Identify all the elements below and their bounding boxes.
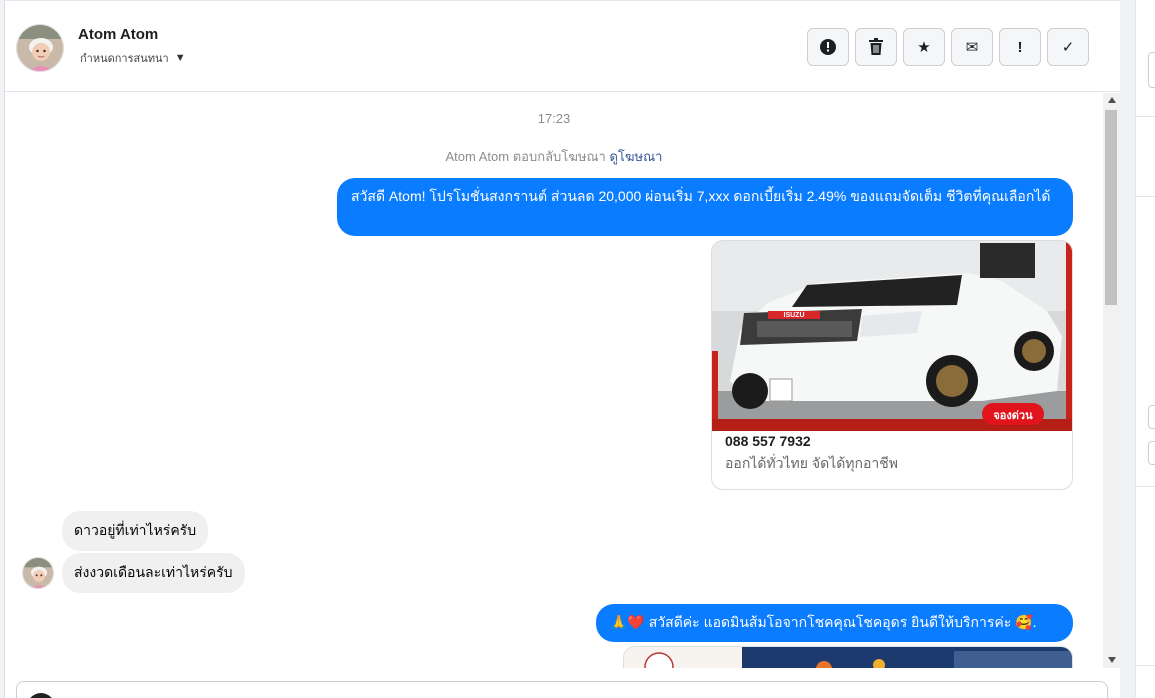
section-divider [1136, 196, 1155, 197]
ad-reply-text: Atom Atom ตอบกลับโฆษณา [445, 149, 606, 164]
scroll-thumb[interactable] [1105, 110, 1117, 305]
sender-avatar [22, 557, 54, 589]
alert-circle-icon [820, 39, 836, 55]
contact-avatar[interactable] [16, 24, 64, 72]
conversation-toolbar: ★ ✉ ! ✓ [807, 28, 1089, 66]
mail-icon: ✉ [965, 39, 979, 56]
section-divider [1136, 486, 1155, 487]
conversation-header: Atom Atom กำหนดการสนทนา ▼ ★ ✉ ! ✓ [5, 0, 1120, 92]
outgoing-message: 🙏❤️ สวัสดีค่ะ แอดมินส้มโอจากโชคคุณโชคอุด… [596, 604, 1073, 642]
incoming-message: ส่งงวดเดือนละเท่าไหร่ครับ [62, 553, 245, 593]
details-field[interactable] [1148, 441, 1155, 465]
ad-card-title: 088 557 7932 [725, 433, 811, 449]
mark-spam-button[interactable] [807, 28, 849, 66]
ad-card-image [712, 241, 1072, 431]
message-composer[interactable] [16, 681, 1108, 698]
check-icon: ✓ [1061, 39, 1075, 56]
caret-down-icon: ▼ [174, 52, 186, 64]
contact-details-panel [1135, 0, 1155, 698]
inbox-window: Atom Atom กำหนดการสนทนา ▼ ★ ✉ ! ✓ 17:23 … [0, 0, 1155, 698]
outgoing-message: สวัสดี Atom! โปรโมชั่นสงกรานต์ ส่วนลด 20… [337, 178, 1073, 236]
exclamation-icon: ! [1017, 38, 1023, 56]
trash-icon [869, 38, 883, 55]
assign-label: กำหนดการสนทนา [80, 53, 169, 65]
star-button[interactable]: ★ [903, 28, 945, 66]
mark-unread-button[interactable]: ✉ [951, 28, 993, 66]
message-timestamp: 17:23 [537, 111, 571, 126]
details-field[interactable] [1148, 52, 1155, 88]
scroll-up-arrow-icon[interactable] [1108, 97, 1116, 103]
ad-card-subtitle: ออกได้ทั่วไทย จัดได้ทุกอาชีพ [725, 455, 899, 471]
attachment-image [624, 647, 1072, 668]
scroll-down-arrow-icon[interactable] [1108, 657, 1116, 663]
mark-done-button[interactable]: ✓ [1047, 28, 1089, 66]
message-thread[interactable]: 17:23 Atom Atom ตอบกลับโฆษณา ดูโฆษณา สวั… [5, 93, 1103, 668]
page-avatar [27, 693, 55, 698]
section-divider [1136, 665, 1155, 666]
view-ad-link[interactable]: ดูโฆษณา [609, 149, 662, 164]
ad-card[interactable]: ISUZU จองด่วน 088 557 7932 ออกได้ทั่วไทย… [711, 240, 1073, 490]
follow-up-button[interactable]: ! [999, 28, 1041, 66]
attachment-card[interactable] [623, 646, 1073, 668]
section-divider [1136, 116, 1155, 117]
thread-scrollbar[interactable] [1103, 93, 1120, 668]
star-icon: ★ [917, 39, 931, 56]
delete-button[interactable] [855, 28, 897, 66]
assign-conversation-dropdown[interactable]: กำหนดการสนทนา ▼ [80, 49, 186, 67]
incoming-message: ดาวอยู่ที่เท่าไหร่ครับ [62, 511, 209, 551]
contact-name[interactable]: Atom Atom [78, 26, 158, 43]
details-field[interactable] [1148, 405, 1155, 429]
brand-logo-text: ISUZU [783, 312, 805, 319]
book-now-badge: จองด่วน [993, 410, 1033, 422]
chat-panel: Atom Atom กำหนดการสนทนา ▼ ★ ✉ ! ✓ 17:23 … [5, 0, 1120, 698]
ad-reply-note: Atom Atom ตอบกลับโฆษณา ดูโฆษณา [5, 146, 1103, 167]
panel-gutter [1120, 0, 1135, 698]
